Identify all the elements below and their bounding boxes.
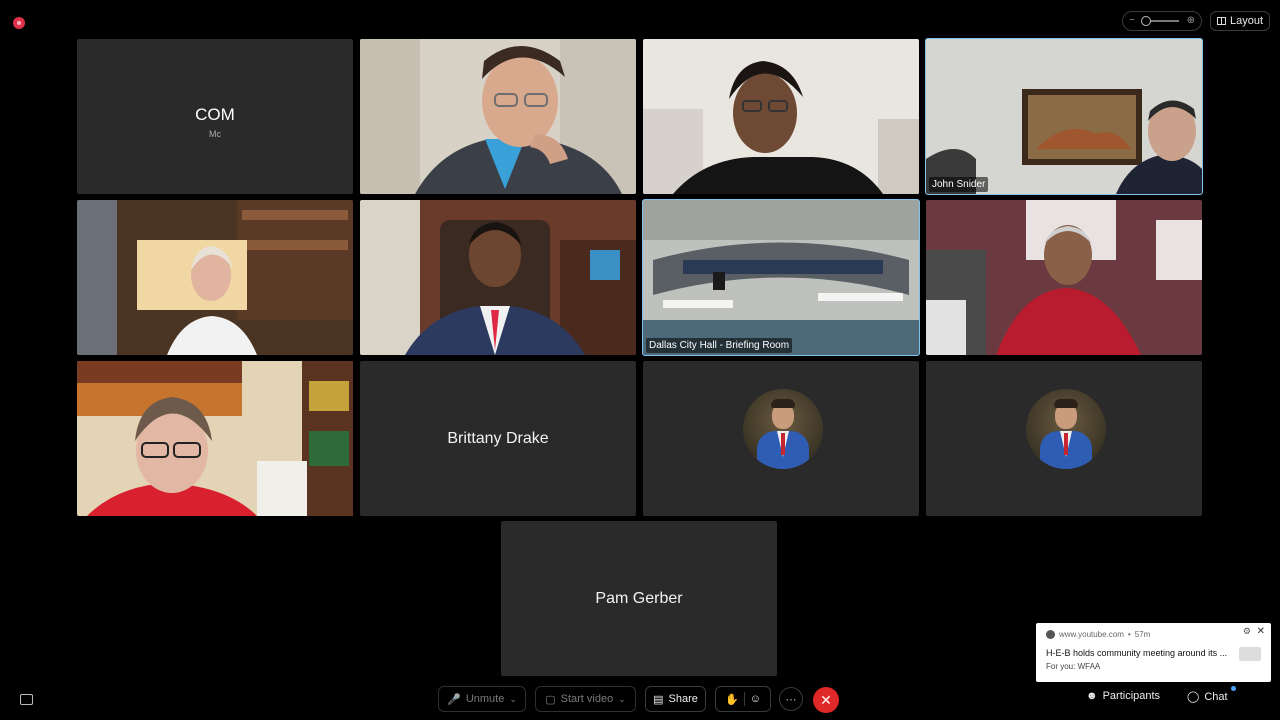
- person-icon: ☻: [1086, 690, 1098, 702]
- participant-video: [77, 200, 353, 355]
- unmute-label: Unmute: [465, 693, 505, 705]
- participants-label: Participants: [1102, 690, 1161, 702]
- video-tile-active[interactable]: Dallas City Hall - Briefing Room: [642, 199, 920, 356]
- participant-name-label: John Snider: [929, 177, 989, 192]
- reactions-group: ✋ ☺: [715, 686, 771, 712]
- unmute-button[interactable]: 🎤 Unmute ⌄: [438, 686, 526, 712]
- share-label: Share: [668, 693, 698, 705]
- video-tile[interactable]: [360, 200, 636, 355]
- microphone-muted-icon: 🎤: [447, 693, 461, 706]
- video-off-icon: ▢: [545, 693, 556, 706]
- toast-for-you: For you: WFAA: [1046, 662, 1101, 671]
- share-screen-icon: ▤: [653, 693, 664, 706]
- participant-video: [643, 39, 919, 194]
- toast-headline: H-E-B holds community meeting around its…: [1046, 648, 1228, 658]
- participant-name-label: Dallas City Hall - Briefing Room: [646, 338, 793, 353]
- participant-avatar: [1026, 389, 1106, 469]
- participant-video: [643, 200, 919, 355]
- layout-grid-icon: [1216, 17, 1226, 25]
- toast-source: www.youtube.com • 57m: [1046, 630, 1150, 639]
- start-video-button[interactable]: ▢ Start video ⌄: [535, 686, 636, 712]
- participant-avatar: [743, 389, 823, 469]
- video-tile[interactable]: [926, 200, 1202, 355]
- toast-source-url: www.youtube.com: [1059, 630, 1124, 639]
- participant-tile-com[interactable]: COM Mc: [77, 39, 353, 194]
- more-options-button[interactable]: ⋯: [779, 687, 803, 711]
- participant-tile-brittany[interactable]: Brittany Drake: [360, 361, 636, 516]
- zoom-out-icon[interactable]: −: [1129, 16, 1135, 26]
- video-tile[interactable]: [77, 200, 353, 355]
- recording-indicator-icon: [13, 17, 25, 29]
- notification-dot: [1231, 686, 1236, 691]
- participant-name: Brittany Drake: [447, 429, 549, 447]
- leave-meeting-button[interactable]: ✕: [813, 687, 839, 713]
- raise-hand-icon[interactable]: ✋: [725, 693, 739, 706]
- close-icon: ✕: [820, 691, 832, 708]
- zoom-control[interactable]: − ⊕: [1122, 11, 1202, 31]
- layout-label: Layout: [1229, 15, 1264, 27]
- share-button[interactable]: ▤ Share: [645, 686, 706, 712]
- start-video-label: Start video: [560, 693, 614, 705]
- chat-bubble-icon: ◯: [1187, 691, 1200, 703]
- chevron-down-icon[interactable]: ⌄: [618, 694, 626, 705]
- chevron-down-icon[interactable]: ⌄: [509, 694, 517, 705]
- youtube-logo-icon: [1046, 630, 1055, 639]
- toast-thumbnail: [1239, 647, 1261, 661]
- participant-video: [360, 39, 636, 194]
- participant-video: [360, 200, 636, 355]
- participant-name: COM: [195, 105, 235, 124]
- participant-tile-avatar[interactable]: [926, 361, 1202, 516]
- notification-toast[interactable]: www.youtube.com • 57m ⚙ ✕ H-E-B holds co…: [1036, 623, 1271, 682]
- chat-label: Chat: [1204, 690, 1228, 703]
- chat-button[interactable]: ◯ Chat: [1187, 690, 1228, 704]
- zoom-slider-knob[interactable]: [1140, 16, 1151, 26]
- participant-subtitle: Mc: [209, 129, 221, 139]
- video-tile[interactable]: [360, 39, 636, 194]
- zoom-slider[interactable]: [1140, 16, 1179, 26]
- zoom-in-icon[interactable]: ⊕: [1187, 16, 1195, 26]
- participant-name: Pam Gerber: [595, 589, 683, 607]
- video-tile[interactable]: [77, 361, 353, 516]
- participant-video: [926, 200, 1202, 355]
- video-tile[interactable]: [643, 39, 919, 194]
- close-icon[interactable]: ✕: [1257, 626, 1265, 637]
- participant-tile-pam[interactable]: Pam Gerber: [501, 521, 777, 676]
- participant-video: [926, 39, 1202, 194]
- gear-icon[interactable]: ⚙: [1243, 626, 1251, 637]
- participant-video: [77, 361, 353, 516]
- layout-button[interactable]: Layout: [1210, 11, 1270, 31]
- emoji-reaction-icon[interactable]: ☺: [750, 693, 761, 705]
- video-tile-active[interactable]: John Snider: [925, 38, 1203, 195]
- participant-tile-avatar[interactable]: [643, 361, 919, 516]
- participants-button[interactable]: ☻ Participants: [1086, 690, 1160, 702]
- toast-age: 57m: [1134, 630, 1151, 639]
